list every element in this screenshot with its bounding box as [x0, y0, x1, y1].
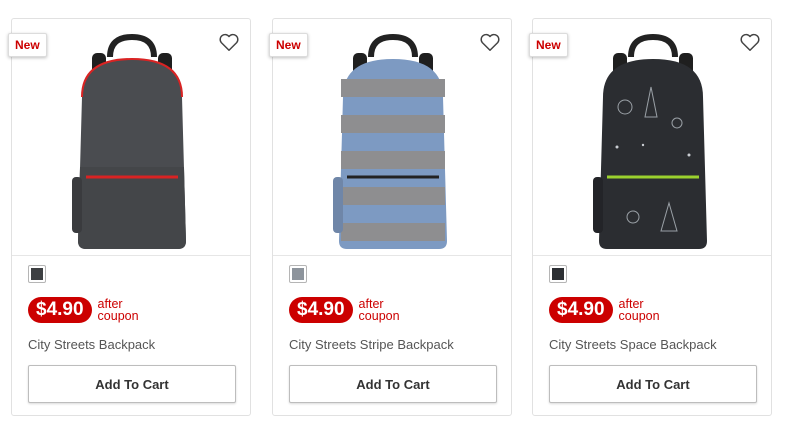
price-row: $4.90 after coupon	[289, 297, 400, 323]
price-badge: $4.90	[549, 297, 613, 323]
backpack-image[interactable]	[52, 27, 212, 251]
product-card: New $4.90 after coupon City Streets Back…	[8, 18, 251, 416]
price-note: after coupon	[358, 298, 400, 323]
price-note-line2: coupon	[97, 309, 139, 323]
price-note: after coupon	[97, 298, 139, 323]
add-to-cart-button[interactable]: Add To Cart	[549, 365, 757, 403]
product-name[interactable]: City Streets Space Backpack	[549, 337, 717, 352]
product-card: New $4.90 after coupon City Streets Stri…	[269, 18, 512, 416]
new-badge: New	[529, 33, 568, 57]
heart-icon[interactable]	[739, 31, 761, 53]
product-image-area[interactable]: New	[529, 19, 771, 256]
price-note-line2: coupon	[358, 309, 400, 323]
price-note-line2: coupon	[618, 309, 660, 323]
add-to-cart-button[interactable]: Add To Cart	[28, 365, 236, 403]
new-badge: New	[8, 33, 47, 57]
price-badge: $4.90	[289, 297, 353, 323]
product-grid: New $4.90 after coupon City Streets Back…	[0, 0, 810, 426]
add-to-cart-button[interactable]: Add To Cart	[289, 365, 497, 403]
product-name[interactable]: City Streets Stripe Backpack	[289, 337, 454, 352]
price-badge: $4.90	[28, 297, 92, 323]
product-card: New $4.90 after coupon City Streets Spac…	[529, 18, 772, 416]
new-badge: New	[269, 33, 308, 57]
product-image-area[interactable]: New	[269, 19, 511, 256]
price-row: $4.90 after coupon	[549, 297, 660, 323]
product-image-area[interactable]: New	[8, 19, 250, 256]
color-swatch[interactable]	[549, 265, 567, 283]
backpack-image[interactable]	[573, 27, 733, 251]
backpack-image[interactable]	[313, 27, 473, 251]
color-swatch[interactable]	[289, 265, 307, 283]
heart-icon[interactable]	[218, 31, 240, 53]
product-name[interactable]: City Streets Backpack	[28, 337, 155, 352]
heart-icon[interactable]	[479, 31, 501, 53]
color-swatch[interactable]	[28, 265, 46, 283]
price-row: $4.90 after coupon	[28, 297, 139, 323]
price-note: after coupon	[618, 298, 660, 323]
